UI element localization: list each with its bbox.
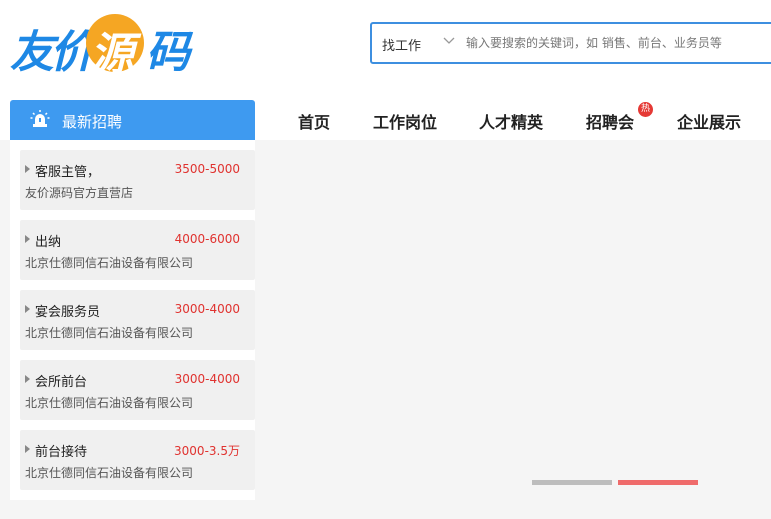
job-title[interactable]: 会所前台 [35, 371, 87, 390]
banner-carousel[interactable] [265, 140, 771, 508]
job-item[interactable]: 会所前台 3000-4000 北京仕德同信石油设备有限公司 [20, 360, 255, 420]
nav-item-jobs[interactable]: 工作岗位 [373, 109, 437, 133]
job-item[interactable]: 出纳 4000-6000 北京仕德同信石油设备有限公司 [20, 220, 255, 280]
job-title[interactable]: 出纳 [35, 231, 61, 250]
job-salary: 3000-4000 [174, 372, 240, 386]
logo-text-part2: 源 [90, 29, 134, 80]
caret-right-icon [25, 375, 30, 383]
caret-right-icon [25, 445, 30, 453]
job-item[interactable]: 宴会服务员 3000-4000 北京仕德同信石油设备有限公司 [20, 290, 255, 350]
caret-right-icon [25, 165, 30, 173]
nav-item-companies[interactable]: 企业展示 [677, 109, 741, 133]
job-company[interactable]: 北京仕德同信石油设备有限公司 [25, 394, 193, 411]
nav-item-talent[interactable]: 人才精英 [479, 109, 543, 133]
logo-text-part1: 友价 [10, 27, 94, 78]
latest-jobs-header: 最新招聘 [10, 100, 255, 140]
job-title[interactable]: 前台接待 [35, 441, 87, 460]
job-title[interactable]: 客服主管， [35, 161, 100, 180]
job-company[interactable]: 友价源码官方直营店 [25, 184, 133, 201]
site-logo[interactable]: 友价 源 码 [10, 12, 200, 80]
job-company[interactable]: 北京仕德同信石油设备有限公司 [25, 254, 193, 271]
hot-badge: 热 [638, 102, 653, 117]
job-item[interactable]: 前台接待 3000-3.5万 北京仕德同信石油设备有限公司 [20, 430, 255, 490]
carousel-indicator-2-active[interactable] [618, 480, 698, 485]
latest-jobs-title: 最新招聘 [62, 113, 123, 131]
job-salary: 3500-5000 [174, 162, 240, 176]
job-salary: 4000-6000 [174, 232, 240, 246]
search-bar: 找工作 [370, 22, 771, 64]
header: 友价 源 码 找工作 [0, 0, 771, 92]
caret-right-icon [25, 235, 30, 243]
caret-right-icon [25, 305, 30, 313]
job-title[interactable]: 宴会服务员 [35, 301, 100, 320]
alarm-light-icon [30, 110, 50, 127]
carousel-indicator-1[interactable] [532, 480, 612, 485]
search-type-select[interactable]: 找工作 [382, 35, 421, 54]
job-salary: 3000-4000 [174, 302, 240, 316]
logo-text-part3: 码 [146, 27, 190, 78]
chevron-down-icon[interactable] [442, 33, 456, 47]
job-company[interactable]: 北京仕德同信石油设备有限公司 [25, 324, 193, 341]
nav-item-job-fair[interactable]: 招聘会 [586, 109, 634, 133]
job-company[interactable]: 北京仕德同信石油设备有限公司 [25, 464, 193, 481]
search-input[interactable] [466, 28, 771, 58]
nav-item-home[interactable]: 首页 [298, 109, 330, 133]
job-item[interactable]: 客服主管， 3500-5000 友价源码官方直营店 [20, 150, 255, 210]
latest-jobs-panel: 最新招聘 客服主管， 3500-5000 友价源码官方直营店 出纳 4000-6… [10, 100, 255, 500]
job-salary: 3000-3.5万 [174, 444, 240, 458]
